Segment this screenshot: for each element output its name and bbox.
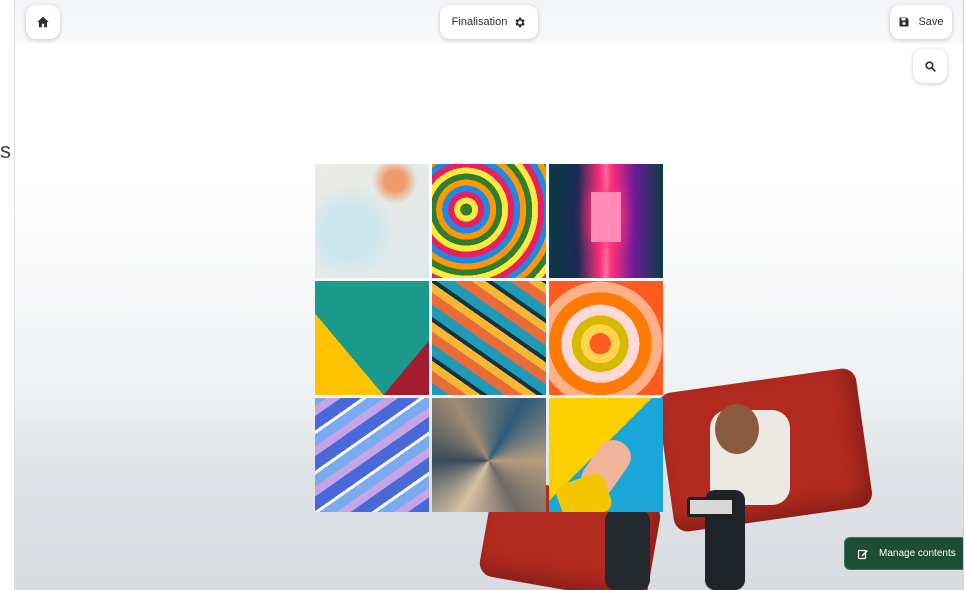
truncated-text: s	[0, 138, 11, 163]
tablet	[687, 497, 735, 517]
scene-canvas: Finalisation Save Manage contents	[15, 0, 964, 590]
left-panel-edge: s	[0, 0, 15, 590]
save-button[interactable]: Save	[890, 5, 952, 39]
psychedelic-swirl-tile[interactable]	[432, 164, 546, 278]
concentric-rings-tile[interactable]	[549, 281, 663, 395]
neon-corridor-tile[interactable]	[549, 164, 663, 278]
geometric-cone-tile[interactable]	[315, 281, 429, 395]
search-icon	[924, 60, 936, 72]
corridor-door	[591, 192, 621, 242]
search-button[interactable]	[913, 49, 947, 83]
person-legs-left	[605, 510, 650, 590]
blue-marble-tile[interactable]	[315, 398, 429, 512]
home-icon	[37, 16, 49, 28]
mode-button[interactable]: Finalisation	[440, 5, 538, 39]
person-head-right	[715, 404, 759, 454]
yellow-hand-tile[interactable]	[549, 398, 663, 512]
metallic-shards-tile[interactable]	[432, 398, 546, 512]
manage-contents-label: Manage contents	[879, 548, 956, 559]
edit-icon	[857, 549, 868, 559]
home-button[interactable]	[26, 5, 60, 39]
pastel-watercolor-tile[interactable]	[315, 164, 429, 278]
floppy-disk-icon	[899, 17, 909, 27]
image-gallery	[315, 164, 664, 513]
gear-icon	[515, 17, 526, 27]
manage-contents-button[interactable]: Manage contents	[844, 537, 963, 570]
feathers-tile[interactable]	[432, 281, 546, 395]
mode-label: Finalisation	[451, 16, 508, 28]
save-label: Save	[918, 16, 944, 28]
